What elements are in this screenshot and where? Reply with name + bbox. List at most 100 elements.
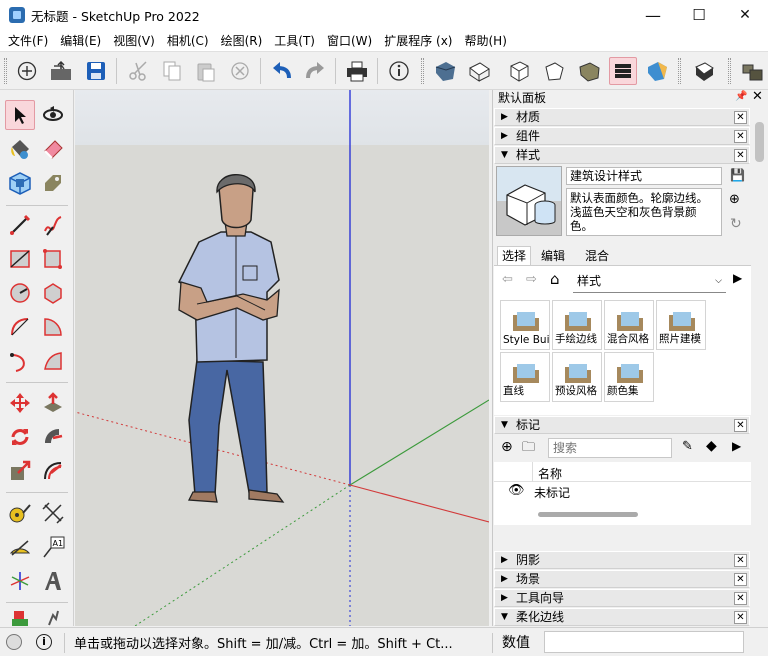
close-button[interactable]: ✕ [722,0,768,30]
save-icon[interactable] [82,57,110,85]
front-view-icon[interactable] [505,57,533,85]
menu-extensions[interactable]: 扩展程序 (x) [378,32,458,49]
freehand-icon[interactable] [38,210,68,240]
right-view-icon[interactable] [540,57,568,85]
section-scenes[interactable]: ▶ 场景 ✕ [494,570,750,588]
iso-view-icon[interactable] [431,57,459,85]
orbit-icon[interactable] [38,100,68,130]
offset-icon[interactable] [38,456,68,486]
pie-icon[interactable] [38,312,68,342]
model-viewport[interactable] [75,90,489,626]
add-tag-icon[interactable]: ⊕ [501,439,513,455]
style-name-field[interactable]: 建筑设计样式 [566,167,722,185]
maximize-button[interactable]: ☐ [676,0,722,30]
tape-measure-icon[interactable] [5,498,35,528]
section-tags[interactable]: ▼ 标记 ✕ [494,416,750,434]
scale-icon[interactable] [5,456,35,486]
table-row[interactable]: 👁 未标记 [494,483,751,501]
rotated-rect-icon[interactable] [38,244,68,274]
tab-mix[interactable]: 混合 [581,247,613,266]
rectangle-icon[interactable] [5,244,35,274]
style-description-field[interactable]: 默认表面颜色。轮廓边线。浅蓝色天空和灰色背景颜色。 [566,188,722,236]
pin-icon[interactable]: 📌 [735,91,747,102]
section-instructor[interactable]: ▶ 工具向导 ✕ [494,589,750,607]
section-close-icon[interactable]: ✕ [734,149,747,162]
section-close-icon[interactable]: ✕ [734,611,747,624]
style-thumb[interactable]: 颜色集 [604,352,654,402]
copy-icon[interactable] [158,57,186,85]
polygon-icon[interactable] [38,278,68,308]
add-folder-icon[interactable]: 🗀 [522,438,535,460]
text-icon[interactable]: A1 [38,532,68,562]
section-close-icon[interactable]: ✕ [734,419,747,432]
erase-icon[interactable] [226,57,254,85]
eye-icon[interactable]: 👁 [508,483,525,498]
section-shadows[interactable]: ▶ 阴影 ✕ [494,551,750,569]
section-components[interactable]: ▶ 组件 ✕ [494,127,750,145]
back-view-icon[interactable] [575,57,603,85]
select-icon[interactable] [5,100,35,130]
position-camera-icon[interactable] [5,607,35,626]
section-close-icon[interactable]: ✕ [734,573,747,586]
scrollbar-thumb[interactable] [755,122,764,162]
print-icon[interactable] [343,57,371,85]
menu-camera[interactable]: 相机(C) [161,32,215,49]
person-figure-image[interactable] [167,170,307,510]
section-materials[interactable]: ▶ 材质 ✕ [494,108,750,126]
rotate-icon[interactable] [5,422,35,452]
new-icon[interactable] [13,57,41,85]
info-icon[interactable]: i [36,634,52,650]
style-thumb[interactable]: 混合风格 [604,300,654,350]
left-view-icon[interactable] [609,57,637,85]
section-close-icon[interactable]: ✕ [734,554,747,567]
refresh-icon[interactable]: ↻ [730,216,742,232]
update-style-icon[interactable]: 💾 [730,168,745,182]
back-icon[interactable]: ⇦ [502,272,513,287]
menu-draw[interactable]: 绘图(R) [215,32,269,49]
eraser-icon[interactable] [38,134,68,164]
protractor-icon[interactable] [5,532,35,562]
open-icon[interactable] [47,57,75,85]
geo-location-icon[interactable] [6,634,22,650]
paste-icon[interactable] [192,57,220,85]
2pt-arc-icon[interactable] [38,346,68,376]
menu-tools[interactable]: 工具(T) [268,32,321,49]
pencil-icon[interactable]: ✎ [682,439,693,454]
measurements-input[interactable] [544,631,744,653]
undo-icon[interactable] [268,57,296,85]
section-close-icon[interactable]: ✕ [734,592,747,605]
home-icon[interactable]: ⌂ [550,270,560,288]
components-icon[interactable] [5,168,35,198]
create-style-icon[interactable]: ⊕ [729,192,740,207]
style-collection-dropdown[interactable]: 样式 ⌵ [573,272,726,293]
section-close-icon[interactable]: ✕ [734,130,747,143]
menu-view[interactable]: 视图(V) [107,32,161,49]
menu-edit[interactable]: 编辑(E) [54,32,107,49]
dimension-icon[interactable] [38,498,68,528]
menu-help[interactable]: 帮助(H) [458,32,512,49]
menu-file[interactable]: 文件(F) [2,32,54,49]
style-thumb[interactable]: 手绘边线 [552,300,602,350]
panel-scrollbar[interactable] [751,108,768,626]
section-styles[interactable]: ▼ 样式 ✕ [494,146,750,164]
walk-icon[interactable] [38,607,68,626]
toolbar-grip[interactable] [4,58,7,84]
top-view-icon[interactable] [465,57,493,85]
section-close-icon[interactable]: ✕ [734,111,747,124]
xray-icon[interactable] [690,57,718,85]
arc-icon[interactable] [5,312,35,342]
color-by-tag-icon[interactable]: ◆ [706,438,717,454]
horizontal-scrollbar[interactable] [538,512,638,517]
line-icon[interactable] [5,210,35,240]
axes-icon[interactable] [5,566,35,596]
details-icon[interactable]: ▶ [733,271,742,285]
minimize-button[interactable]: — [630,0,676,30]
3d-text-icon[interactable] [38,566,68,596]
push-pull-icon[interactable] [38,388,68,418]
style-thumb[interactable]: 照片建模 [656,300,706,350]
follow-me-icon[interactable] [38,422,68,452]
section-soften-edges[interactable]: ▼ 柔化边线 ✕ [494,608,750,626]
style-thumb[interactable]: 预设风格 [552,352,602,402]
tag-icon[interactable] [38,168,68,198]
style-icon[interactable] [643,57,671,85]
